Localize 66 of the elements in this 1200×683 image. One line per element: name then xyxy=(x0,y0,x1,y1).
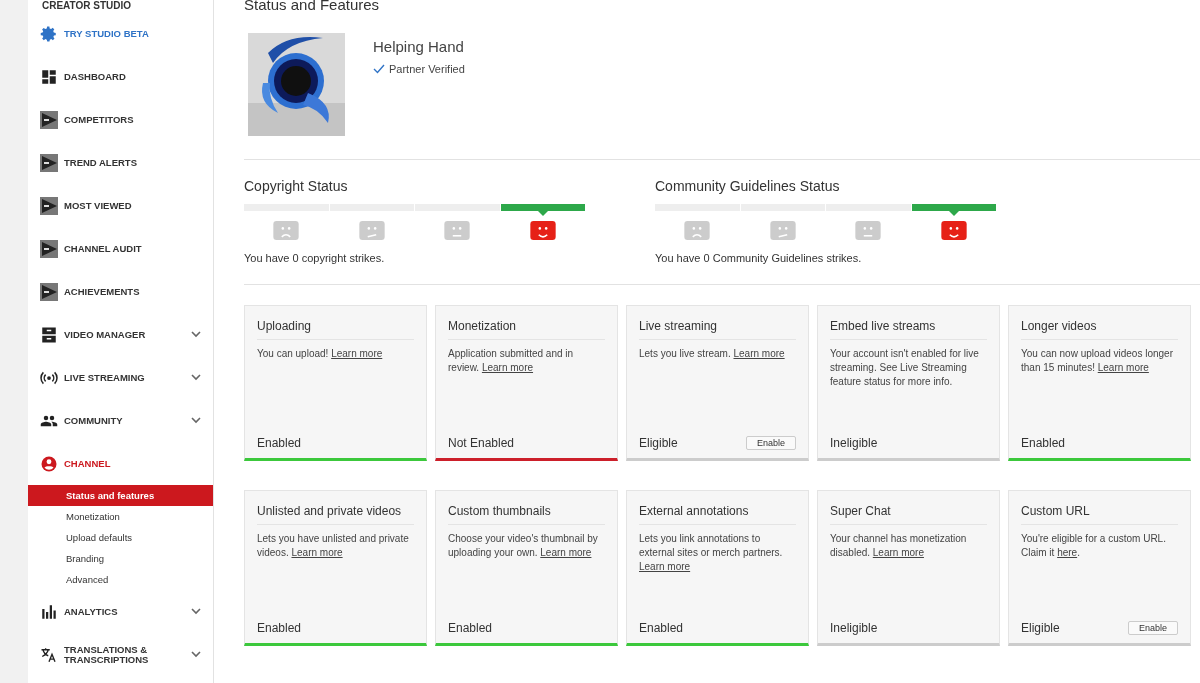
feature-status: Not Enabled xyxy=(448,436,515,450)
strikes-note: You have 0 copyright strikes. xyxy=(244,252,386,264)
strikes-note: You have 0 Community Guidelines strikes. xyxy=(655,252,863,264)
feature-title: Longer videos xyxy=(1021,306,1178,340)
learn-more-link[interactable]: Learn more xyxy=(872,547,924,558)
learn-more-link[interactable]: Learn more xyxy=(733,348,785,359)
page-title: Status and Features xyxy=(244,0,381,14)
sidebar-item[interactable]: COMPETITORS xyxy=(28,98,213,141)
learn-more-link[interactable]: Learn more xyxy=(540,547,592,558)
sidebar-item[interactable]: TRY STUDIO BETA xyxy=(28,12,213,55)
sidebar-subitem[interactable]: Branding xyxy=(28,548,213,569)
channel-name: Helping Hand xyxy=(373,38,465,55)
sidebar-item[interactable]: VIDEO MANAGER xyxy=(28,313,213,356)
learn-more-link[interactable]: Learn more xyxy=(331,348,383,359)
learn-more-link[interactable]: Learn more xyxy=(639,561,691,572)
sidebar-item[interactable]: CHANNEL AUDIT xyxy=(28,227,213,270)
status-title: Community Guidelines Status xyxy=(655,178,841,194)
feature-status: Ineligible xyxy=(830,621,878,635)
feature-status: Enabled xyxy=(257,436,302,450)
sidebar-item[interactable]: ACHIEVEMENTS xyxy=(28,270,213,313)
sidebar-item[interactable]: DASHBOARD xyxy=(28,55,213,98)
feature-title: Super Chat xyxy=(830,491,987,525)
sidebar-subitem[interactable]: Status and features xyxy=(28,485,213,506)
feature-status: Enabled xyxy=(1021,436,1066,450)
feature-title: External annotations xyxy=(639,491,796,525)
learn-more-link[interactable]: Learn more xyxy=(291,547,343,558)
learn-more-link[interactable]: Learn more xyxy=(481,362,534,373)
sidebar-item[interactable]: COMMUNITY xyxy=(28,399,213,442)
feature-description: Choose your video's thumbnail by uploading your own. Learn more xyxy=(448,532,599,560)
feature-description: Application submitted and in review. Learn more xyxy=(448,347,575,375)
feature-description: Lets you link annotations to external sites or merch partners. Learn more xyxy=(639,532,784,574)
feature-description: You can upload! Learn more xyxy=(257,347,384,361)
learn-more-link[interactable]: Learn more xyxy=(1097,362,1149,373)
feature-status: Enabled xyxy=(257,621,302,635)
sidebar-item[interactable]: MOST VIEWED xyxy=(28,184,213,227)
feature-title: Uploading xyxy=(257,306,414,340)
feature-status: Ineligible xyxy=(830,436,878,450)
sidebar-item[interactable]: TRANSLATIONS & TRANSCRIPTIONS xyxy=(28,633,213,676)
feature-title: Custom thumbnails xyxy=(448,491,605,525)
feature-description: You're eligible for a custom URL. Claim it here. xyxy=(1021,532,1167,560)
feature-status: Eligible xyxy=(639,436,678,450)
sidebar-item[interactable]: ANALYTICS xyxy=(28,590,213,633)
feature-title: Custom URL xyxy=(1021,491,1178,525)
enable-button[interactable]: Enable xyxy=(1127,621,1178,635)
feature-description: Lets you have unlisted and private videos. Learn more xyxy=(257,532,410,560)
sidebar-item[interactable]: TREND ALERTS xyxy=(28,141,213,184)
badge-label: Partner Verified xyxy=(389,63,465,75)
sidebar-item[interactable]: CHANNEL xyxy=(28,442,213,485)
sidebar-subitem[interactable]: Monetization xyxy=(28,506,213,527)
feature-title: Monetization xyxy=(448,306,605,340)
feature-description: Lets you live stream. Learn more xyxy=(639,347,786,361)
feature-description: Your channel has monetization disabled. Learn more xyxy=(830,532,968,560)
feature-status: Enabled xyxy=(639,621,684,635)
feature-description: You can now upload videos longer than 15 minutes! Learn more xyxy=(1021,347,1174,375)
enable-button[interactable]: Enable xyxy=(745,436,796,450)
sidebar-subitem[interactable]: Upload defaults xyxy=(28,527,213,548)
feature-description: Your account isn't enabled for live streaming. See Live Streaming feature status for more info. xyxy=(830,347,980,389)
sidebar-title: CREATOR STUDIO xyxy=(41,0,133,12)
feature-status: Enabled xyxy=(448,621,493,635)
sidebar-item[interactable]: LIVE STREAMING xyxy=(28,356,213,399)
sidebar-subitem[interactable]: Advanced xyxy=(28,569,213,590)
feature-title: Embed live streams xyxy=(830,306,987,340)
feature-title: Live streaming xyxy=(639,306,796,340)
feature-title: Unlisted and private videos xyxy=(257,491,414,525)
status-title: Copyright Status xyxy=(244,178,349,194)
feature-status: Eligible xyxy=(1021,621,1060,635)
